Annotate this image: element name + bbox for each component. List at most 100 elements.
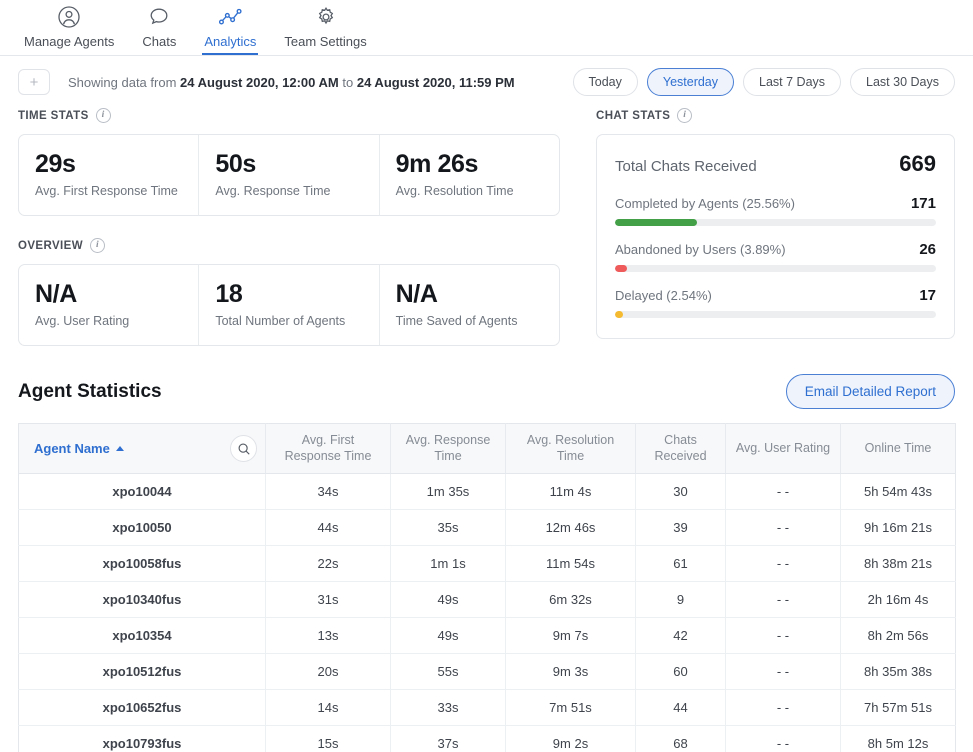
cell-chats: 60: [636, 654, 726, 690]
stat-value: 29s: [35, 150, 182, 178]
gear-icon: [314, 4, 338, 30]
chat-stats-panel: Total Chats Received 669 Completed by Ag…: [596, 134, 955, 339]
total-chats-label: Total Chats Received: [615, 158, 757, 175]
date-range-summary: Showing data from 24 August 2020, 12:00 …: [68, 75, 515, 90]
column-header-avg-user-rating[interactable]: Avg. User Rating: [726, 424, 841, 474]
column-header-avg-response-time[interactable]: Avg. Response Time: [391, 424, 506, 474]
range-button-group: Today Yesterday Last 7 Days Last 30 Days: [573, 68, 955, 96]
nav-label-analytics: Analytics: [204, 34, 256, 49]
metric-label: Abandoned by Users (3.89%): [615, 242, 786, 257]
stat-cell-avg-response-time: 50s Avg. Response Time: [199, 135, 379, 215]
table-row[interactable]: xpo10050 44s 35s 12m 46s 39 - - 9h 16m 2…: [19, 510, 956, 546]
column-header-online-time[interactable]: Online Time: [841, 424, 956, 474]
progress-track: [615, 265, 936, 272]
primary-navigation: Manage Agents Chats Analytics: [0, 0, 973, 56]
chat-stats-section-title: CHAT STATS i: [596, 108, 955, 123]
overview-section-title: OVERVIEW i: [18, 238, 560, 253]
nav-item-analytics[interactable]: Analytics: [190, 0, 270, 55]
stat-cell-avg-first-response-time: 29s Avg. First Response Time: [19, 135, 199, 215]
column-label: Agent Name: [34, 441, 110, 457]
range-button-last-30-days[interactable]: Last 30 Days: [850, 68, 955, 96]
info-icon[interactable]: i: [677, 108, 692, 123]
chat-stats-label: CHAT STATS: [596, 110, 670, 122]
range-button-last-7-days[interactable]: Last 7 Days: [743, 68, 841, 96]
progress-fill: [615, 219, 697, 226]
table-row[interactable]: xpo10340fus 31s 49s 6m 32s 9 - - 2h 16m …: [19, 582, 956, 618]
cell-agent-name: xpo10354: [19, 618, 266, 654]
cell-rating: - -: [726, 582, 841, 618]
metric-completed-by-agents: Completed by Agents (25.56%) 171: [615, 195, 936, 226]
email-detailed-report-button[interactable]: Email Detailed Report: [786, 374, 955, 409]
table-row[interactable]: xpo10512fus 20s 55s 9m 3s 60 - - 8h 35m …: [19, 654, 956, 690]
range-button-today[interactable]: Today: [573, 68, 638, 96]
cell-response: 33s: [391, 690, 506, 726]
nav-item-chats[interactable]: Chats: [128, 0, 190, 55]
stat-value: N/A: [35, 280, 182, 308]
date-range-to-word: to: [342, 75, 353, 90]
nav-label-team-settings: Team Settings: [284, 34, 366, 49]
cell-first-response: 44s: [266, 510, 391, 546]
sort-agent-name[interactable]: Agent Name: [34, 441, 124, 457]
search-icon[interactable]: [230, 435, 257, 462]
cell-first-response: 20s: [266, 654, 391, 690]
table-row[interactable]: xpo10058fus 22s 1m 1s 11m 54s 61 - - 8h …: [19, 546, 956, 582]
stat-cell-total-number-of-agents: 18 Total Number of Agents: [199, 265, 379, 345]
info-icon[interactable]: i: [90, 238, 105, 253]
cell-response: 37s: [391, 726, 506, 752]
cell-resolution: 12m 46s: [506, 510, 636, 546]
showing-prefix: Showing data from: [68, 75, 176, 90]
stat-cell-avg-resolution-time: 9m 26s Avg. Resolution Time: [380, 135, 559, 215]
cell-agent-name: xpo10340fus: [19, 582, 266, 618]
stat-cell-time-saved-of-agents: N/A Time Saved of Agents: [380, 265, 559, 345]
column-header-agent-name[interactable]: Agent Name: [19, 424, 266, 474]
cell-online: 8h 35m 38s: [841, 654, 956, 690]
cell-response: 49s: [391, 618, 506, 654]
table-row[interactable]: xpo10044 34s 1m 35s 11m 4s 30 - - 5h 54m…: [19, 474, 956, 510]
agent-statistics-header: Agent Statistics Email Detailed Report: [0, 374, 973, 409]
cell-chats: 30: [636, 474, 726, 510]
stat-label: Avg. User Rating: [35, 314, 182, 328]
column-header-chats-received[interactable]: Chats Received: [636, 424, 726, 474]
table-row[interactable]: xpo10652fus 14s 33s 7m 51s 44 - - 7h 57m…: [19, 690, 956, 726]
table-header-row: Agent Name Avg. First Response Time Avg.…: [19, 424, 956, 474]
cell-agent-name: xpo10793fus: [19, 726, 266, 752]
cell-resolution: 9m 2s: [506, 726, 636, 752]
cell-online: 8h 2m 56s: [841, 618, 956, 654]
cell-online: 5h 54m 43s: [841, 474, 956, 510]
cell-rating: - -: [726, 654, 841, 690]
time-stats-section-title: TIME STATS i: [18, 108, 560, 123]
nav-item-team-settings[interactable]: Team Settings: [270, 0, 380, 55]
table-row[interactable]: xpo10354 13s 49s 9m 7s 42 - - 8h 2m 56s: [19, 618, 956, 654]
column-header-avg-resolution-time[interactable]: Avg. Resolution Time: [506, 424, 636, 474]
agent-statistics-table: Agent Name Avg. First Response Time Avg.…: [18, 423, 956, 752]
right-column: CHAT STATS i Total Chats Received 669 Co…: [596, 108, 955, 339]
table-row[interactable]: xpo10793fus 15s 37s 9m 2s 68 - - 8h 5m 1…: [19, 726, 956, 752]
cell-first-response: 13s: [266, 618, 391, 654]
cell-first-response: 31s: [266, 582, 391, 618]
cell-resolution: 7m 51s: [506, 690, 636, 726]
overview-card: N/A Avg. User Rating 18 Total Number of …: [18, 264, 560, 346]
range-button-yesterday[interactable]: Yesterday: [647, 68, 734, 96]
cell-first-response: 14s: [266, 690, 391, 726]
add-filter-button[interactable]: +: [18, 69, 50, 95]
cell-agent-name: xpo10652fus: [19, 690, 266, 726]
agent-statistics-table-wrap: Agent Name Avg. First Response Time Avg.…: [0, 423, 973, 752]
metric-label: Delayed (2.54%): [615, 288, 712, 303]
cell-response: 35s: [391, 510, 506, 546]
analytics-main: TIME STATS i 29s Avg. First Response Tim…: [0, 108, 973, 346]
user-circle-icon: [57, 4, 81, 30]
info-icon[interactable]: i: [96, 108, 111, 123]
cell-rating: - -: [726, 690, 841, 726]
stat-value: N/A: [396, 280, 543, 308]
cell-rating: - -: [726, 618, 841, 654]
page-title: Agent Statistics: [18, 381, 162, 403]
stat-label: Total Number of Agents: [215, 314, 362, 328]
column-header-avg-first-response-time[interactable]: Avg. First Response Time: [266, 424, 391, 474]
left-column: TIME STATS i 29s Avg. First Response Tim…: [18, 108, 560, 346]
stat-value: 9m 26s: [396, 150, 543, 178]
nav-item-manage-agents[interactable]: Manage Agents: [10, 0, 128, 55]
nav-label-chats: Chats: [142, 34, 176, 49]
metric-delayed: Delayed (2.54%) 17: [615, 287, 936, 318]
cell-rating: - -: [726, 726, 841, 752]
stat-label: Avg. First Response Time: [35, 184, 182, 198]
